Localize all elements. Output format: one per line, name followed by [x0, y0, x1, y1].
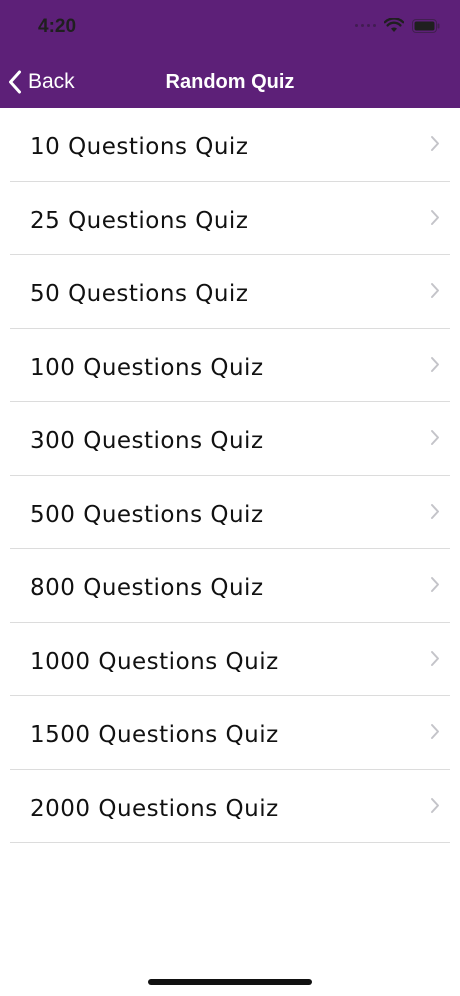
- chevron-right-icon: [431, 283, 439, 298]
- home-indicator[interactable]: [148, 979, 312, 985]
- quiz-item-label: 300 Questions Quiz: [30, 428, 264, 454]
- chevron-right-icon: [431, 797, 439, 813]
- chevron-right-icon: [431, 136, 439, 151]
- wifi-icon: [384, 18, 404, 32]
- battery-icon: [412, 18, 440, 33]
- quiz-item-500[interactable]: 500 Questions Quiz: [0, 476, 460, 550]
- navigation-bar: Back Random Quiz: [0, 56, 460, 108]
- status-time: 4:20: [38, 16, 77, 37]
- quiz-item-label: 2000 Questions Quiz: [30, 795, 279, 822]
- quiz-item-label: 800 Questions Quiz: [30, 575, 264, 601]
- quiz-item-50[interactable]: 50 Questions Quiz: [0, 255, 460, 329]
- cellular-signal-icon: [355, 24, 376, 27]
- page-title: Random Quiz: [165, 71, 295, 93]
- chevron-right-icon: [431, 724, 439, 739]
- quiz-item-label: 1000 Questions Quiz: [30, 648, 279, 675]
- quiz-item-2000[interactable]: 2000 Questions Quiz: [0, 770, 460, 844]
- quiz-item-label: 10 Questions Quiz: [30, 134, 249, 160]
- quiz-list: 10 Questions Quiz 25 Questions Quiz 50 Q…: [0, 108, 460, 843]
- chevron-right-icon: [431, 577, 439, 592]
- quiz-item-10[interactable]: 10 Questions Quiz: [0, 108, 460, 182]
- chevron-right-icon: [431, 356, 439, 372]
- quiz-item-label: 100 Questions Quiz: [30, 354, 264, 381]
- quiz-item-25[interactable]: 25 Questions Quiz: [0, 182, 460, 256]
- quiz-item-100[interactable]: 100 Questions Quiz: [0, 329, 460, 403]
- chevron-right-icon: [431, 430, 439, 445]
- quiz-item-800[interactable]: 800 Questions Quiz: [0, 549, 460, 623]
- status-bar: 4:20: [0, 0, 460, 56]
- quiz-item-label: 1500 Questions Quiz: [30, 722, 279, 748]
- status-icons: [355, 18, 440, 33]
- quiz-item-300[interactable]: 300 Questions Quiz: [0, 402, 460, 476]
- chevron-right-icon: [431, 503, 439, 519]
- chevron-right-icon: [431, 650, 439, 666]
- quiz-item-label: 500 Questions Quiz: [30, 501, 264, 528]
- quiz-item-label: 50 Questions Quiz: [30, 281, 249, 307]
- chevron-right-icon: [431, 209, 439, 225]
- quiz-item-1500[interactable]: 1500 Questions Quiz: [0, 696, 460, 770]
- quiz-item-label: 25 Questions Quiz: [30, 207, 249, 234]
- quiz-item-1000[interactable]: 1000 Questions Quiz: [0, 623, 460, 697]
